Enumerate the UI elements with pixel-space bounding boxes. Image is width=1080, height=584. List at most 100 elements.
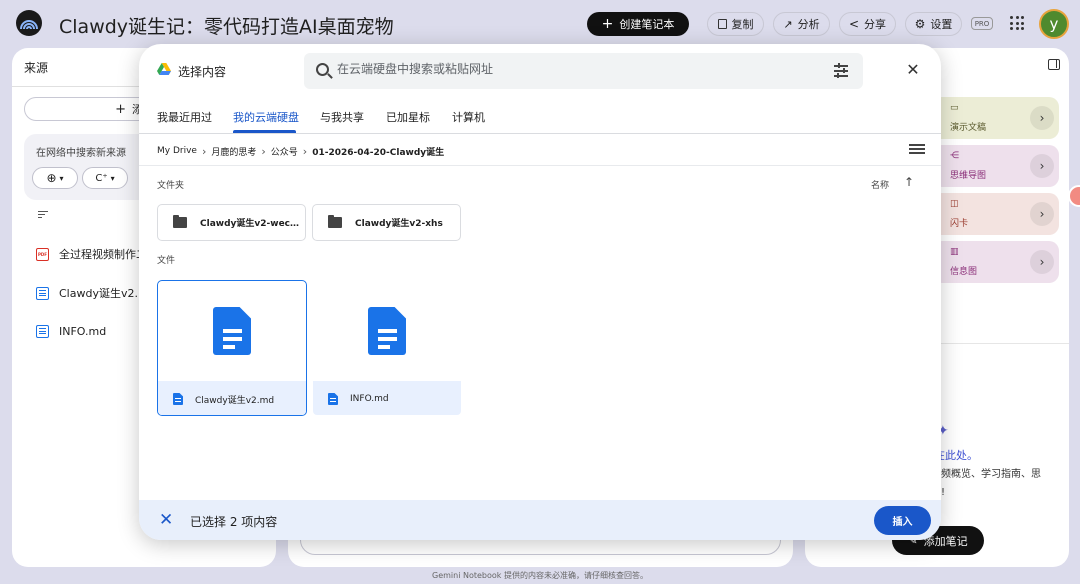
files-section-label: 文件 (157, 256, 176, 266)
google-docs-icon (368, 307, 406, 355)
selection-bar: ✕ 已选择 2 项内容 插入 (139, 500, 941, 540)
google-docs-icon (213, 307, 251, 355)
source-item[interactable]: INFO.md (36, 322, 106, 340)
folders-section-label: 文件夹 (157, 181, 185, 191)
filter-icon[interactable] (38, 211, 48, 220)
collapse-panel-icon[interactable] (1048, 59, 1060, 70)
globe-icon: ⊕ (46, 171, 57, 185)
file-name: Clawdy诞生v2.md (195, 395, 275, 406)
breadcrumb-item[interactable]: 公众号 (271, 145, 298, 158)
chevron-right-icon: › (302, 144, 308, 158)
sort-by-name-button[interactable]: 名称 (871, 178, 889, 191)
analytics-button[interactable]: ↗ 分析 (773, 12, 830, 36)
source-label: INFO.md (59, 324, 107, 338)
share-button[interactable]: < 分享 (839, 12, 896, 36)
tab-my-drive[interactable]: 我的云端硬盘 (233, 109, 299, 125)
floating-helper-icon[interactable] (1068, 185, 1080, 207)
studio-card-label: 闪卡 (950, 219, 969, 229)
top-bar: Clawdy诞生记：零代码打造AI桌面宠物 + 创建笔记本 复制 ↗ 分析 < … (0, 0, 1080, 48)
google-drive-icon (157, 63, 171, 75)
trending-up-icon: ↗ (783, 17, 793, 31)
folder-item[interactable]: Clawdy诞生v2-wechat (157, 204, 306, 241)
arrow-up-icon[interactable]: ↑ (904, 175, 914, 189)
copy-label: 复制 (731, 18, 754, 31)
sources-header: 来源 (24, 61, 49, 75)
search-icon[interactable] (316, 63, 329, 76)
studio-card-flashcards[interactable]: ◫ 闪卡 › (932, 193, 1059, 235)
studio-card-label: 信息图 (950, 267, 978, 277)
tab-shared-with-me[interactable]: 与我共享 (320, 109, 364, 125)
web-search-label: 在网络中搜索新来源 (36, 148, 126, 159)
drive-search-bar (304, 53, 863, 89)
tab-computers[interactable]: 计算机 (452, 109, 485, 125)
file-card-selected[interactable]: Clawdy诞生v2.md (157, 280, 307, 416)
web-scope-dropdown[interactable]: ⊕ ▾ (32, 167, 78, 189)
insert-button[interactable]: 插入 (874, 506, 931, 535)
tune-filter-icon[interactable] (834, 63, 848, 78)
copy-icon (717, 19, 727, 29)
drive-search-input[interactable] (337, 62, 817, 76)
infographic-icon: ▥ (950, 247, 959, 257)
pro-badge: PRO (971, 17, 993, 30)
copy-button[interactable]: 复制 (707, 12, 764, 36)
plus-icon: + (115, 101, 126, 117)
notebook-title[interactable]: Clawdy诞生记：零代码打造AI桌面宠物 (59, 12, 394, 39)
folder-icon (328, 215, 342, 228)
avatar[interactable]: y (1039, 9, 1069, 39)
chevron-right-icon: › (261, 144, 266, 158)
chevron-right-icon[interactable]: › (1030, 250, 1054, 274)
selection-count: 已选择 2 项内容 (190, 515, 278, 529)
breadcrumb-item[interactable]: My Drive (157, 146, 197, 156)
tab-starred[interactable]: 已加星标 (386, 109, 430, 125)
research-sparkle-icon: C⁺ (95, 172, 108, 184)
dialog-title: 选择内容 (178, 65, 227, 79)
create-notebook-button[interactable]: + 创建笔记本 (587, 12, 689, 36)
research-mode-dropdown[interactable]: C⁺ ▾ (82, 167, 128, 189)
folder-item[interactable]: Clawdy诞生v2-xhs (312, 204, 461, 241)
breadcrumb: My Drive › 月鹿的思考 › 公众号 › 01-2026-04-20-C… (157, 143, 444, 159)
footer-disclaimer: Gemini Notebook 提供的内容未必准确，请仔细核查回答。 (432, 571, 648, 580)
pdf-icon: PDF (36, 247, 49, 261)
file-thumbnail (313, 281, 461, 381)
active-tab-indicator (233, 130, 296, 133)
file-thumbnail (158, 281, 306, 381)
studio-card-label: 演示文稿 (950, 123, 987, 133)
chevron-right-icon: › (201, 144, 207, 158)
tab-recent[interactable]: 我最近用过 (157, 109, 212, 125)
clear-selection-icon[interactable]: ✕ (159, 510, 173, 530)
chevron-right-icon[interactable]: › (1030, 154, 1054, 178)
folder-name: Clawdy诞生v2-xhs (355, 219, 443, 229)
document-icon (328, 393, 338, 405)
studio-card-infographic[interactable]: ▥ 信息图 › (932, 241, 1059, 283)
folder-name: Clawdy诞生v2-wechat (200, 219, 300, 229)
apps-grid-icon[interactable] (1010, 16, 1024, 30)
chevron-right-icon[interactable]: › (1030, 202, 1054, 226)
chevron-right-icon[interactable]: › (1030, 106, 1054, 130)
file-name: INFO.md (350, 394, 389, 404)
studio-card-slides[interactable]: ▭ 演示文稿 › (932, 97, 1059, 139)
settings-button[interactable]: ⚙ 设置 (905, 12, 962, 36)
folder-icon (173, 215, 187, 228)
close-icon[interactable]: ✕ (905, 62, 921, 78)
flashcard-icon: ◫ (950, 199, 959, 209)
source-label: 全过程视频制作二 (59, 248, 147, 261)
create-notebook-label: 创建笔记本 (619, 18, 675, 31)
document-icon (36, 286, 49, 300)
source-label: Clawdy诞生v2.m (59, 287, 149, 300)
studio-description: 音频概览、学习指南、思 等! (931, 469, 1041, 498)
source-item[interactable]: PDF 全过程视频制作二 (36, 245, 147, 263)
breadcrumb-item[interactable]: 月鹿的思考 (211, 145, 256, 158)
drive-tabs: 我最近用过 我的云端硬盘 与我共享 已加星标 计算机 (139, 100, 941, 134)
breadcrumb-item-current: 01-2026-04-20-Clawdy诞生 (312, 147, 445, 158)
gear-icon: ⚙ (914, 17, 926, 31)
divider (139, 165, 941, 166)
file-card[interactable]: INFO.md (312, 280, 462, 416)
chevron-down-icon: ▾ (59, 173, 64, 183)
chevron-down-icon: ▾ (110, 173, 115, 183)
list-view-icon[interactable] (909, 144, 925, 156)
plus-icon: + (601, 16, 614, 32)
studio-card-mindmap[interactable]: ⋲ 思维导图 › (932, 145, 1059, 187)
source-item[interactable]: Clawdy诞生v2.m (36, 284, 149, 302)
notebooklm-logo-icon[interactable] (16, 10, 42, 36)
file-footer: INFO.md (313, 381, 461, 415)
